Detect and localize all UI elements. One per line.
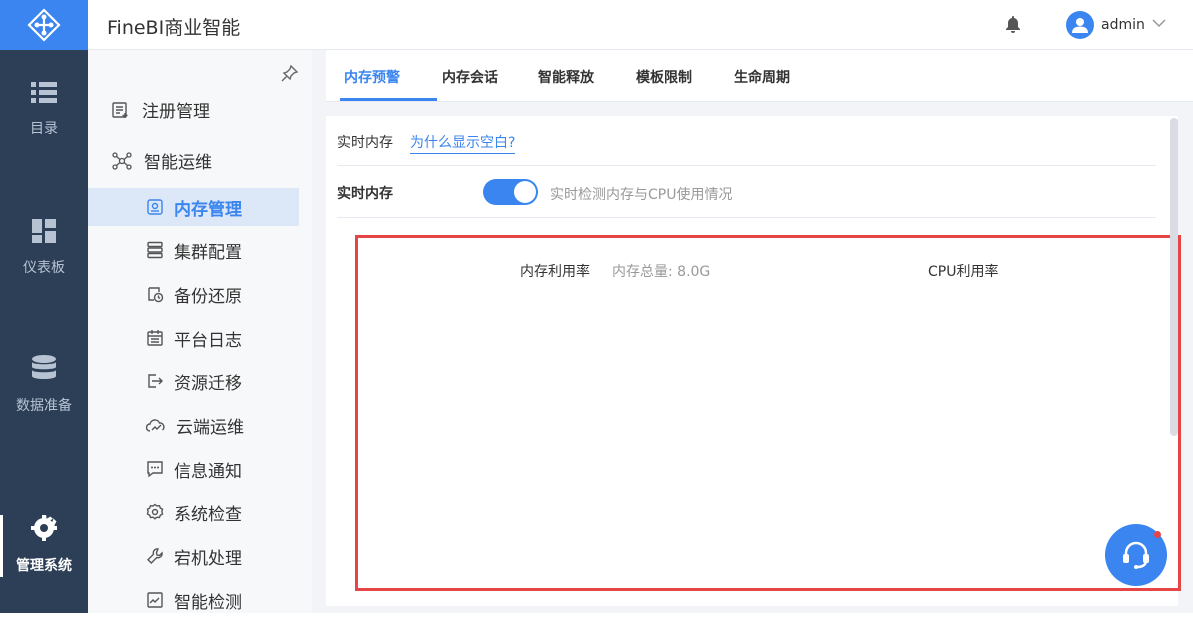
message-icon [147, 461, 163, 478]
logo-icon [27, 8, 61, 42]
network-icon [112, 151, 132, 170]
usage-charts-area: 内存利用率 内存总量: 8.0G CPU利用率 [355, 235, 1181, 591]
sidebar-item-label: 系统检查 [174, 504, 242, 525]
sidebar-item-label: 信息通知 [174, 461, 242, 482]
sidebar-item-label: 备份还原 [174, 286, 242, 307]
sidebar-item-label: 宕机处理 [174, 548, 242, 569]
sidebar-item-label: 平台日志 [174, 330, 242, 351]
why-blank-link[interactable]: 为什么显示空白? [410, 132, 516, 154]
memory-icon [147, 199, 163, 215]
sidebar-item-cluster[interactable]: 集群配置 [88, 231, 299, 269]
sidebar-item-label: 集群配置 [174, 242, 242, 263]
realtime-memory-toggle[interactable] [483, 179, 538, 205]
memory-usage-title: 内存利用率 [520, 264, 590, 280]
settings-check-icon [146, 503, 164, 520]
sidebar-item-memory[interactable]: 内存管理 [88, 188, 299, 226]
sidebar-item-log[interactable]: 平台日志 [88, 319, 299, 357]
cpu-usage-title: CPU利用率 [928, 264, 999, 280]
pin-icon[interactable] [281, 64, 299, 82]
sidebar-item-system-check[interactable]: 系统检查 [88, 493, 299, 531]
user-name[interactable]: admin [1101, 17, 1145, 33]
realtime-memory-title: 实时内存 [337, 186, 393, 202]
tab-lifecycle[interactable]: 生命周期 [734, 67, 790, 87]
tab-bar: 内存预警 内存会话 智能释放 模板限制 生命周期 [326, 50, 1193, 102]
admin-sidebar: 注册管理 智能运维 内存管理 集群配置 备份还原 平台日志 资源迁移 云端运维 … [88, 50, 312, 613]
memory-panel: 实时内存 为什么显示空白? 实时内存 实时检测内存与CPU使用情况 内存利用率 … [326, 116, 1181, 606]
notification-dot [1154, 531, 1161, 538]
rail-item-label: 数据准备 [16, 398, 72, 414]
nav-group-ops[interactable]: 智能运维 [112, 148, 212, 173]
wrench-icon [147, 548, 163, 564]
migrate-icon [148, 374, 163, 388]
app-title: FineBI商业智能 [107, 17, 241, 39]
sidebar-item-message[interactable]: 信息通知 [88, 450, 299, 488]
backup-icon [148, 287, 164, 303]
rail-item-catalog[interactable]: 目录 [0, 60, 88, 160]
realtime-memory-label: 实时内存 [337, 135, 393, 151]
tab-smart-release[interactable]: 智能释放 [538, 67, 594, 87]
user-icon [1072, 18, 1088, 33]
tab-memory-alert[interactable]: 内存预警 [344, 67, 400, 87]
database-icon [32, 355, 56, 379]
cluster-icon [147, 241, 163, 259]
headset-icon [1123, 541, 1149, 569]
gear-icon [31, 515, 57, 541]
list-icon [31, 82, 57, 103]
sidebar-item-backup[interactable]: 备份还原 [88, 275, 299, 313]
main-content: 内存预警 内存会话 智能释放 模板限制 生命周期 实时内存 为什么显示空白? 实… [312, 50, 1193, 613]
rail-item-label: 目录 [30, 121, 58, 137]
bell-icon[interactable] [1006, 16, 1020, 33]
divider [337, 165, 1156, 166]
sidebar-item-crash[interactable]: 宕机处理 [88, 537, 299, 575]
monitor-icon [147, 592, 163, 608]
cloud-icon [146, 419, 165, 432]
sidebar-item-detect[interactable]: 智能检测 [88, 581, 299, 619]
tab-memory-session[interactable]: 内存会话 [442, 67, 498, 87]
top-header: FineBI商业智能 admin [88, 0, 1193, 50]
nav-group-label: 注册管理 [142, 102, 210, 122]
nav-group-label: 智能运维 [144, 153, 212, 173]
scrollbar[interactable] [1170, 118, 1178, 436]
rail-item-admin[interactable]: 管理系统 [0, 495, 88, 595]
nav-group-register[interactable]: 注册管理 [112, 97, 210, 122]
toggle-knob [514, 181, 536, 203]
app-logo[interactable] [0, 0, 88, 50]
tab-template-limit[interactable]: 模板限制 [636, 67, 692, 87]
sidebar-item-label: 内存管理 [174, 199, 242, 220]
sidebar-item-cloud[interactable]: 云端运维 [88, 406, 299, 444]
register-icon [112, 101, 128, 118]
active-tab-indicator [340, 98, 437, 101]
rail-item-data-prep[interactable]: 数据准备 [0, 335, 88, 435]
dashboard-icon [32, 219, 56, 243]
app-rail: 目录 仪表板 数据准备 管理系统 [0, 0, 88, 613]
avatar[interactable] [1066, 11, 1094, 39]
chevron-down-icon[interactable] [1152, 18, 1166, 28]
rail-item-label: 管理系统 [16, 558, 72, 574]
memory-total: 内存总量: 8.0G [612, 264, 711, 280]
sidebar-item-label: 智能检测 [174, 592, 242, 613]
divider [337, 217, 1156, 218]
rail-item-dashboard[interactable]: 仪表板 [0, 198, 88, 298]
rail-item-label: 仪表板 [23, 260, 65, 276]
realtime-memory-description: 实时检测内存与CPU使用情况 [550, 187, 733, 203]
sidebar-item-migrate[interactable]: 资源迁移 [88, 362, 299, 400]
sidebar-item-label: 云端运维 [176, 417, 244, 438]
sidebar-item-label: 资源迁移 [174, 373, 242, 394]
log-icon [147, 330, 163, 346]
